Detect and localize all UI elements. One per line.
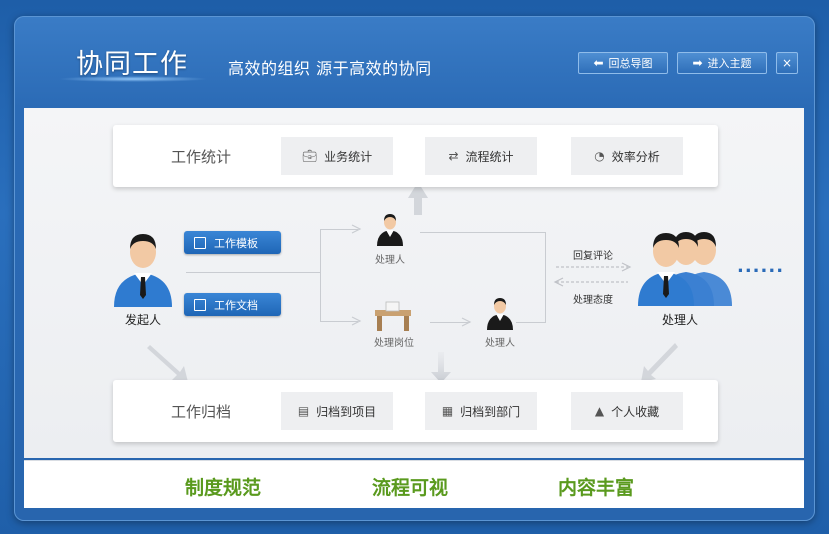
grid-icon bbox=[194, 236, 206, 249]
work-template-button[interactable]: 工作模板 bbox=[184, 231, 281, 254]
personal-favorites-button[interactable]: ▲ 个人收藏 bbox=[571, 392, 683, 430]
efficiency-analysis-button[interactable]: ◔ 效率分析 bbox=[571, 137, 683, 175]
page-subtitle: 高效的组织 源于高效的协同 bbox=[228, 59, 432, 78]
business-stats-button[interactable]: 💼︎ 业务统计 bbox=[281, 137, 393, 175]
handler-post-label: 处理岗位 bbox=[374, 338, 414, 349]
handlers-group-label: 处理人 bbox=[662, 313, 699, 327]
attitude-label: 处理态度 bbox=[573, 295, 613, 306]
handler-bottom-label: 处理人 bbox=[485, 338, 515, 349]
desk-icon bbox=[375, 301, 411, 331]
initiator-avatar bbox=[114, 234, 172, 307]
more-indicator: ...... bbox=[737, 256, 785, 277]
work-stats-panel: 工作统计 💼︎ 业务统计 ⇄ 流程统计 ◔ 效率分析 bbox=[113, 125, 718, 187]
handler-avatar bbox=[377, 214, 403, 246]
enter-topic-button[interactable]: ➡ 进入主题 bbox=[677, 52, 767, 74]
work-archive-panel: 工作归档 ▤ 归档到项目 ▦ 归档到部门 ▲ 个人收藏 bbox=[113, 380, 718, 442]
enter-topic-label: 进入主题 bbox=[707, 57, 752, 70]
title-glow bbox=[58, 76, 208, 82]
close-icon: × bbox=[781, 56, 793, 70]
connector-line bbox=[320, 229, 321, 321]
footer-item-rich-content: 内容丰富 bbox=[558, 477, 635, 499]
handlers-group-avatar bbox=[638, 232, 732, 306]
efficiency-analysis-label: 效率分析 bbox=[611, 149, 660, 164]
document-icon bbox=[194, 298, 206, 311]
arrow-right-icon: ➡ bbox=[692, 56, 703, 70]
person-icon: ▲ bbox=[594, 404, 605, 418]
work-template-label: 工作模板 bbox=[214, 236, 258, 250]
archive-to-department-button[interactable]: ▦ 归档到部门 bbox=[425, 392, 537, 430]
flow-stats-button[interactable]: ⇄ 流程统计 bbox=[425, 137, 537, 175]
archive-to-project-button[interactable]: ▤ 归档到项目 bbox=[281, 392, 393, 430]
work-stats-label: 工作统计 bbox=[171, 148, 232, 166]
building-icon: ▦ bbox=[441, 404, 454, 418]
connector-line bbox=[320, 321, 358, 322]
handler-top-label: 处理人 bbox=[375, 255, 405, 266]
connector-line bbox=[516, 322, 546, 323]
connector-line bbox=[430, 322, 470, 323]
archive-to-project-label: 归档到项目 bbox=[316, 404, 377, 419]
reply-comment-label: 回复评论 bbox=[573, 251, 613, 262]
work-document-label: 工作文档 bbox=[214, 298, 258, 312]
flow-icon: ⇄ bbox=[448, 149, 459, 163]
connector-line bbox=[320, 229, 358, 230]
connector-line bbox=[545, 232, 546, 322]
briefcase-icon: 💼︎ bbox=[301, 149, 318, 163]
personal-favorites-label: 个人收藏 bbox=[611, 404, 660, 419]
footer-item-visible-process: 流程可视 bbox=[372, 477, 449, 499]
business-stats-label: 业务统计 bbox=[324, 149, 373, 164]
work-document-button[interactable]: 工作文档 bbox=[184, 293, 281, 316]
arrow-left-icon: ⬅ bbox=[593, 56, 604, 70]
footer-item-standards: 制度规范 bbox=[185, 477, 262, 499]
connector-line bbox=[420, 232, 545, 233]
close-button[interactable]: × bbox=[776, 52, 798, 74]
document-icon: ▤ bbox=[297, 404, 310, 418]
work-archive-label: 工作归档 bbox=[171, 403, 232, 421]
handler-avatar bbox=[487, 298, 513, 330]
back-to-map-button[interactable]: ⬅ 回总导图 bbox=[578, 52, 668, 74]
flow-stats-label: 流程统计 bbox=[465, 149, 514, 164]
clock-icon: ◔ bbox=[594, 149, 605, 163]
archive-to-department-label: 归档到部门 bbox=[460, 404, 521, 419]
back-to-map-label: 回总导图 bbox=[608, 57, 653, 70]
initiator-label: 发起人 bbox=[125, 313, 162, 327]
connector-line bbox=[186, 272, 321, 273]
